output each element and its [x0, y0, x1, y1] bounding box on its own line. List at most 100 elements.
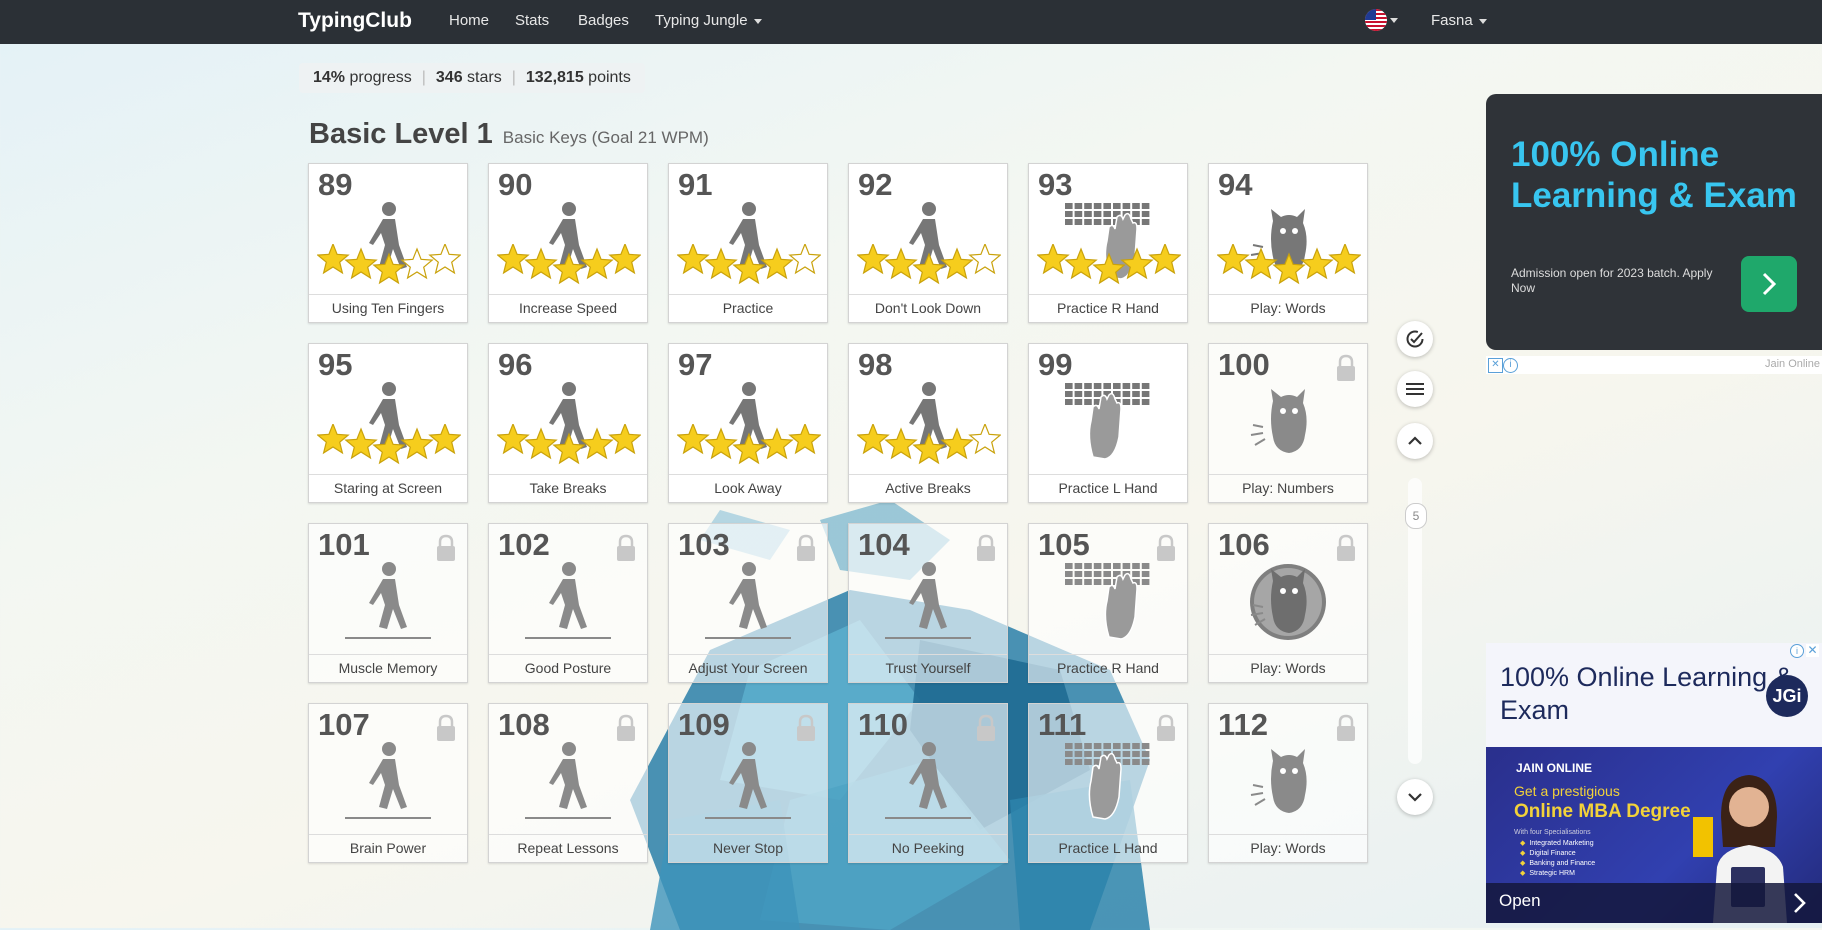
ad2-open-button[interactable]: Open	[1499, 891, 1541, 911]
scroll-up-button[interactable]	[1397, 423, 1433, 459]
us-flag-icon[interactable]	[1365, 9, 1387, 31]
ad2-close-icon[interactable]: ✕	[1806, 644, 1819, 657]
ad2-info-icon[interactable]: i	[1790, 644, 1804, 658]
star-rating	[677, 424, 821, 465]
filled-star-icon	[1148, 244, 1181, 275]
check-circle-icon	[1406, 330, 1424, 348]
filled-star-icon	[1244, 247, 1278, 280]
filled-star-icon	[552, 252, 586, 285]
left-hand-keyboard-icon	[1065, 743, 1150, 820]
ad2-bullet: Banking and Finance	[1520, 859, 1595, 867]
check-progress-button[interactable]	[1397, 321, 1433, 357]
filled-star-icon	[497, 244, 530, 275]
lock-icon	[437, 714, 455, 741]
filled-star-icon	[704, 247, 738, 280]
lesson-tile[interactable]: 111 Practice L Hand	[1028, 703, 1188, 863]
lesson-tile[interactable]: 89 Using Ten Fingers	[308, 163, 468, 323]
lesson-tile[interactable]: 90 Increase Speed	[488, 163, 648, 323]
lesson-tile[interactable]: 95 Staring at Screen	[308, 343, 468, 503]
level-scroll-thumb[interactable]: 5	[1405, 503, 1427, 529]
filled-star-icon	[580, 247, 614, 280]
lesson-label: Trust Yourself	[849, 654, 1007, 682]
filled-star-icon	[760, 247, 794, 280]
stars-count: 346	[435, 69, 463, 86]
lesson-tile[interactable]: 103 Adjust Your Screen	[668, 523, 828, 683]
star-rating	[857, 244, 1001, 285]
lesson-label: Practice L Hand	[1029, 834, 1187, 862]
lesson-tile[interactable]: 106 Play: Words	[1208, 523, 1368, 683]
chevron-right-icon[interactable]	[1792, 891, 1808, 915]
lock-icon	[1337, 714, 1355, 741]
nav-badges-link[interactable]: Badges	[578, 12, 629, 29]
filled-star-icon	[1064, 247, 1098, 280]
nav-home-link[interactable]: Home	[449, 12, 489, 29]
filled-star-icon	[1092, 252, 1126, 285]
filled-star-icon	[884, 247, 918, 280]
lesson-number: 89	[318, 167, 353, 202]
lesson-tile[interactable]: 102 Good Posture	[488, 523, 648, 683]
lesson-tile[interactable]: 109 Never Stop	[668, 703, 828, 863]
lesson-tile[interactable]: 99 Practice L Hand	[1028, 343, 1188, 503]
stars-label: stars	[467, 69, 502, 86]
lesson-tile[interactable]: 93 Practice R Hand	[1028, 163, 1188, 323]
filled-star-icon	[940, 247, 974, 280]
lesson-label: Don't Look Down	[849, 294, 1007, 322]
monster-game-icon	[1250, 564, 1326, 640]
ad-banner-bottom[interactable]: 100% Online Learning & Exam JGi JAIN ONL…	[1486, 643, 1822, 923]
lesson-tile[interactable]: 100 Play: Numbers	[1208, 343, 1368, 503]
lesson-tile[interactable]: 96 Take Breaks	[488, 343, 648, 503]
lock-icon	[797, 534, 815, 561]
nav-typing-jungle-dropdown[interactable]: Typing Jungle	[655, 12, 762, 29]
left-hand-keyboard-icon	[1065, 383, 1150, 460]
lesson-number: 112	[1218, 707, 1269, 742]
lesson-tile[interactable]: 110 No Peeking	[848, 703, 1008, 863]
ad-banner-top[interactable]: 100% Online Learning & Exam Admission op…	[1486, 94, 1822, 350]
ad2-open-bar[interactable]: Open	[1486, 883, 1822, 923]
nav-stats-link[interactable]: Stats	[515, 12, 549, 29]
star-rating	[1037, 244, 1181, 285]
ad2-controls: i ✕	[1786, 643, 1822, 659]
ad2-bullet: Digital Finance	[1520, 849, 1575, 857]
walking-person-icon	[345, 742, 431, 819]
lesson-label: Increase Speed	[489, 294, 647, 322]
ad-source: Jain Online	[1764, 358, 1820, 370]
lesson-tile[interactable]: 94 Play: Words	[1208, 163, 1368, 323]
lock-icon	[1157, 534, 1175, 561]
lesson-tile[interactable]: 92 Don't Look Down	[848, 163, 1008, 323]
lesson-label: No Peeking	[849, 834, 1007, 862]
ad2-bullet: Strategic HRM	[1520, 869, 1575, 877]
ad-go-button[interactable]	[1741, 256, 1797, 312]
walking-person-icon	[525, 742, 611, 819]
lesson-number: 98	[858, 347, 893, 382]
lesson-tile[interactable]: 112 Play: Words	[1208, 703, 1368, 863]
filled-star-icon	[317, 424, 350, 455]
filled-star-icon	[428, 424, 461, 455]
walking-person-icon	[885, 562, 971, 639]
ad-close-icon[interactable]: ✕	[1488, 358, 1503, 373]
language-chevron-down-icon[interactable]	[1390, 18, 1398, 23]
brand-logo[interactable]: TypingClub	[298, 9, 412, 33]
lesson-number: 101	[318, 527, 370, 562]
lesson-number: 105	[1038, 527, 1090, 562]
filled-star-icon	[760, 427, 794, 460]
lesson-tile[interactable]: 91 Practice	[668, 163, 828, 323]
user-name: Fasna	[1431, 12, 1473, 29]
lesson-tile[interactable]: 97 Look Away	[668, 343, 828, 503]
empty-star-icon	[968, 244, 1001, 275]
scroll-down-button[interactable]	[1397, 779, 1433, 815]
lock-icon	[617, 714, 635, 741]
lesson-label: Look Away	[669, 474, 827, 502]
lesson-label: Repeat Lessons	[489, 834, 647, 862]
lesson-number: 106	[1218, 527, 1270, 562]
lesson-tile[interactable]: 108 Repeat Lessons	[488, 703, 648, 863]
lesson-tile[interactable]: 101 Muscle Memory	[308, 523, 468, 683]
lesson-tile[interactable]: 107 Brain Power	[308, 703, 468, 863]
filled-star-icon	[497, 424, 530, 455]
lesson-tile[interactable]: 98 Active Breaks	[848, 343, 1008, 503]
menu-button[interactable]	[1397, 371, 1433, 407]
lesson-tile[interactable]: 104 Trust Yourself	[848, 523, 1008, 683]
lesson-number: 97	[678, 347, 713, 382]
lesson-tile[interactable]: 105 Practice R Hand	[1028, 523, 1188, 683]
user-menu-dropdown[interactable]: Fasna	[1431, 12, 1487, 29]
ad-info-icon[interactable]: i	[1503, 358, 1518, 373]
